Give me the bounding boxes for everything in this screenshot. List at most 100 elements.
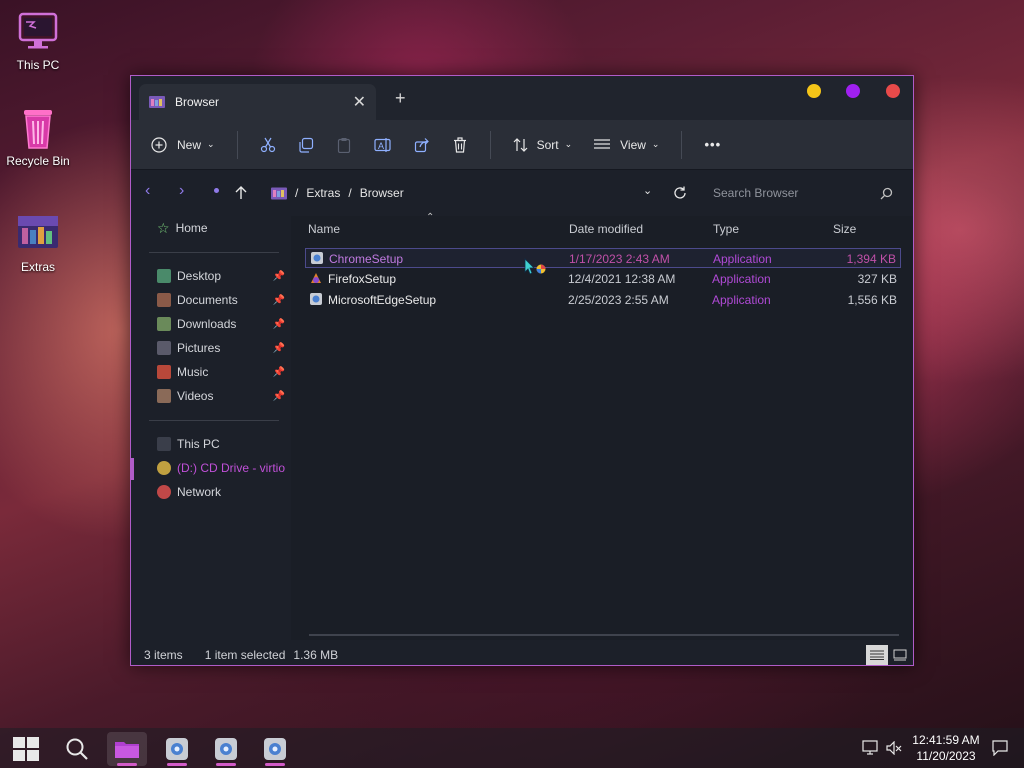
file-name: ChromeSetup <box>329 252 404 266</box>
file-name: FirefoxSetup <box>328 272 397 286</box>
share-button[interactable] <box>414 137 430 153</box>
delete-button[interactable] <box>452 136 468 153</box>
nav-item-network[interactable]: Network <box>157 482 285 502</box>
forward-arrow-icon[interactable]: › <box>179 182 184 200</box>
nav-item-downloads[interactable]: Downloads 📌 <box>157 314 285 334</box>
nav-item-label: Videos <box>177 389 214 403</box>
recycle-bin-icon <box>16 106 60 150</box>
file-list: ⌃ Name Date modified Type Size ChromeSet… <box>291 212 913 640</box>
nav-item-videos[interactable]: Videos 📌 <box>157 386 285 406</box>
pictures-folder-icon <box>157 341 171 355</box>
svg-text:A: A <box>378 141 384 151</box>
pin-icon[interactable]: 📌 <box>273 367 285 378</box>
rename-button[interactable]: A <box>373 137 392 153</box>
refresh-icon[interactable] <box>673 186 687 200</box>
new-tab-button[interactable]: + <box>395 88 406 109</box>
nav-item-desktop[interactable]: Desktop 📌 <box>157 266 285 286</box>
column-header-name[interactable]: Name <box>308 222 340 236</box>
copy-button[interactable] <box>298 137 314 153</box>
view-button[interactable]: View ⌄ <box>594 138 659 152</box>
chevron-down-icon[interactable]: ⌄ <box>643 184 652 197</box>
column-header-type[interactable]: Type <box>713 222 739 236</box>
sort-indicator-icon: ⌃ <box>426 212 435 223</box>
horizontal-scrollbar[interactable] <box>309 634 899 636</box>
nav-divider <box>149 420 279 421</box>
nav-item-this-pc[interactable]: This PC <box>157 434 285 454</box>
file-date: 1/17/2023 2:43 AM <box>569 252 670 266</box>
nav-item-label: (D:) CD Drive - virtio- <box>177 461 285 475</box>
start-button[interactable] <box>6 732 46 766</box>
search-button[interactable] <box>57 732 97 766</box>
search-icon <box>66 738 88 760</box>
clock-date: 11/20/2023 <box>916 749 976 763</box>
desktop-icon-this-pc[interactable]: This PC <box>0 10 76 72</box>
new-button[interactable]: New ⌄ <box>151 136 215 153</box>
breadcrumb-separator: / <box>295 186 299 200</box>
folder-icon <box>115 742 139 758</box>
pin-icon[interactable]: 📌 <box>273 391 285 402</box>
desktop-icon-recycle-bin[interactable]: Recycle Bin <box>0 106 76 168</box>
pin-icon[interactable]: 📌 <box>273 295 285 306</box>
notifications-icon[interactable] <box>992 740 1008 756</box>
search-placeholder: Search Browser <box>713 186 799 200</box>
breadcrumb-item-browser[interactable]: Browser <box>360 186 404 200</box>
network-status-icon[interactable] <box>862 740 880 756</box>
maximize-button[interactable] <box>846 84 860 98</box>
taskbar-app-installer-3[interactable] <box>255 732 295 766</box>
breadcrumb-item-extras[interactable]: Extras <box>306 186 340 200</box>
file-type: Application <box>713 252 772 266</box>
taskbar-clock[interactable]: 12:41:59 AM 11/20/2023 <box>906 732 986 764</box>
column-header-date-modified[interactable]: Date modified <box>569 222 643 236</box>
taskbar-app-installer-2[interactable] <box>206 732 246 766</box>
pin-icon[interactable]: 📌 <box>273 343 285 354</box>
taskbar-app-installer-1[interactable] <box>157 732 197 766</box>
music-folder-icon <box>157 365 171 379</box>
cut-button[interactable] <box>260 137 276 153</box>
address-bar[interactable]: / Extras / Browser ⌄ <box>263 178 688 208</box>
table-row[interactable]: ChromeSetup 1/17/2023 2:43 AM Applicatio… <box>305 248 901 268</box>
taskbar-app-file-explorer[interactable] <box>107 732 147 766</box>
minimize-button[interactable] <box>807 84 821 98</box>
nav-item-cd-drive[interactable]: (D:) CD Drive - virtio- <box>157 458 285 478</box>
tab-label: Browser <box>175 95 220 109</box>
toolbar-divider <box>681 130 683 159</box>
tiles-view-icon[interactable] <box>893 649 907 661</box>
sort-button[interactable]: Sort ⌄ <box>513 137 572 153</box>
search-input[interactable]: Search Browser <box>703 178 905 208</box>
nav-item-label: Music <box>177 365 209 379</box>
network-icon <box>157 485 171 499</box>
nav-item-pictures[interactable]: Pictures 📌 <box>157 338 285 358</box>
selection-count: 1 item selected <box>204 648 286 662</box>
desktop-icon-extras[interactable]: Extras <box>0 212 76 274</box>
details-view-icon <box>870 650 884 660</box>
list-view-icon <box>594 138 611 149</box>
volume-muted-icon[interactable] <box>886 741 902 755</box>
monitor-icon <box>16 10 60 54</box>
more-options-button[interactable]: ••• <box>704 137 721 152</box>
details-view-button[interactable] <box>866 645 888 665</box>
installer-icon <box>310 293 322 305</box>
breadcrumb-separator: / <box>348 186 352 200</box>
up-arrow-icon[interactable] <box>235 186 247 200</box>
column-header-size[interactable]: Size <box>833 222 856 236</box>
tab-browser[interactable]: Browser ✕ <box>139 84 376 120</box>
nav-item-label: Documents <box>177 293 238 307</box>
nav-item-home[interactable]: ☆ Home <box>157 218 285 238</box>
documents-folder-icon <box>157 293 171 307</box>
pin-icon[interactable]: 📌 <box>273 319 285 330</box>
nav-item-label: Pictures <box>177 341 221 355</box>
nav-item-documents[interactable]: Documents 📌 <box>157 290 285 310</box>
nav-item-music[interactable]: Music 📌 <box>157 362 285 382</box>
back-arrow-icon[interactable]: ‹ <box>145 182 150 200</box>
pin-icon[interactable]: 📌 <box>273 271 285 282</box>
recent-locations-icon[interactable] <box>214 188 219 193</box>
close-button[interactable] <box>886 84 900 98</box>
table-row[interactable]: FirefoxSetup 12/4/2021 12:38 AM Applicat… <box>305 269 901 289</box>
paste-button[interactable] <box>336 137 352 153</box>
file-type: Application <box>712 272 771 286</box>
copy-icon <box>298 137 313 153</box>
table-row[interactable]: MicrosoftEdgeSetup 2/25/2023 2:55 AM App… <box>305 290 901 310</box>
star-icon: ☆ <box>157 219 170 236</box>
close-tab-icon[interactable]: ✕ <box>353 92 366 112</box>
folder-icon <box>149 96 165 108</box>
